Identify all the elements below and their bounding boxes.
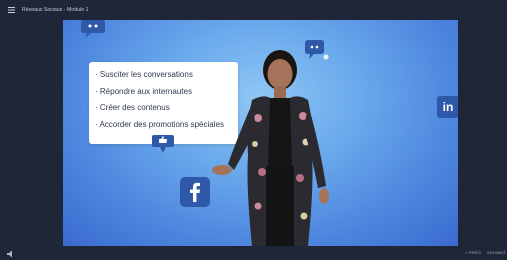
menu-icon[interactable] bbox=[4, 0, 18, 20]
course-title: Réseaux Sociaux - Module 1 bbox=[22, 7, 89, 13]
presenter-image bbox=[212, 50, 329, 246]
speaker-icon[interactable] bbox=[6, 249, 16, 259]
facebook-icon bbox=[180, 177, 210, 207]
top-bar: Réseaux Sociaux - Module 1 bbox=[0, 0, 507, 20]
bottom-bar: < PRÉC. SUIVANT bbox=[0, 248, 507, 260]
previous-button[interactable]: < PRÉC. bbox=[465, 250, 483, 255]
linkedin-icon: in bbox=[437, 96, 458, 118]
video-stage: Susciter les conversations Répondre aux … bbox=[63, 20, 458, 246]
chat-bubble-icon bbox=[81, 20, 105, 38]
next-button[interactable]: SUIVANT bbox=[487, 250, 506, 255]
thumbs-up-icon bbox=[152, 135, 174, 153]
